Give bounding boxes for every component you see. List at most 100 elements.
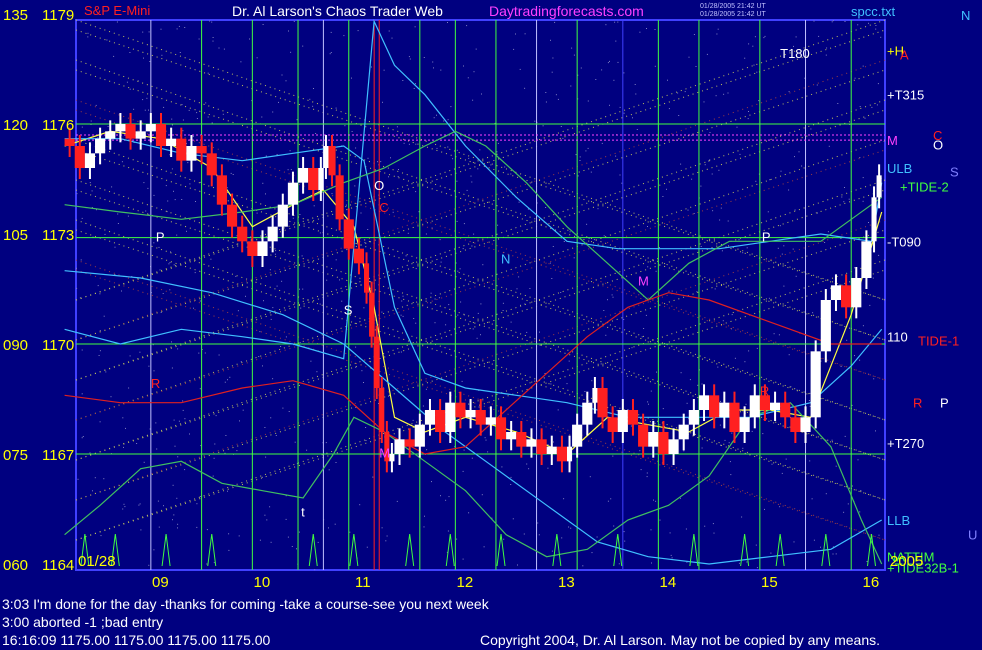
dot — [618, 563, 620, 565]
dot — [270, 541, 272, 543]
dot — [780, 170, 782, 172]
dot — [125, 427, 126, 429]
dot — [481, 93, 482, 95]
dot — [334, 523, 336, 525]
dot — [287, 536, 289, 538]
x-tick-label: 09 — [152, 574, 169, 591]
website-link[interactable]: Daytradingforecasts.com — [489, 3, 644, 19]
dot — [859, 157, 861, 158]
plot-area — [75, 19, 886, 571]
dot — [228, 533, 230, 535]
dot — [810, 128, 812, 130]
dot — [276, 285, 278, 287]
dot — [795, 36, 797, 38]
price-body — [546, 446, 557, 454]
dot — [176, 234, 178, 236]
dot — [263, 300, 264, 302]
dot — [678, 115, 680, 116]
quote-line: 16:16:09 1175.00 1175.00 1175.00 1175.00 — [2, 632, 271, 648]
dot — [623, 319, 625, 320]
price-body — [166, 138, 177, 146]
price-body — [145, 124, 156, 132]
dot — [280, 346, 282, 347]
dot — [820, 546, 821, 548]
dot — [716, 33, 718, 35]
dot — [824, 242, 826, 243]
annotation-label: t — [301, 504, 305, 519]
dot — [301, 255, 303, 257]
price-body — [485, 417, 496, 425]
dot — [412, 419, 414, 421]
dot — [720, 444, 721, 446]
dot — [550, 39, 551, 41]
dot — [693, 213, 695, 214]
dot — [344, 125, 346, 127]
dot — [99, 350, 101, 352]
dot — [883, 141, 885, 142]
dot — [448, 304, 450, 306]
dot — [276, 154, 278, 155]
price-body — [455, 402, 466, 418]
dot — [184, 469, 186, 471]
price-body — [379, 388, 385, 432]
dot — [667, 79, 668, 81]
dot — [161, 54, 163, 56]
dot — [329, 53, 331, 55]
dot — [173, 190, 174, 192]
dot — [434, 298, 436, 300]
dot — [193, 307, 194, 309]
dot — [325, 442, 327, 444]
dot — [98, 355, 100, 356]
dot — [422, 405, 424, 407]
dot — [388, 176, 389, 178]
dot — [719, 424, 721, 426]
dot — [196, 503, 198, 505]
dot — [287, 169, 289, 171]
dot — [756, 71, 758, 73]
dot — [117, 213, 119, 215]
dot — [585, 150, 587, 152]
price-body — [364, 263, 370, 293]
dot — [473, 233, 475, 235]
dot — [82, 436, 84, 437]
dot — [645, 314, 647, 316]
dot — [603, 235, 605, 237]
dot — [463, 223, 465, 225]
dot — [258, 356, 260, 357]
price-body — [876, 175, 882, 198]
dot — [478, 406, 480, 408]
dot — [841, 196, 843, 198]
dot — [851, 485, 853, 487]
dot — [290, 169, 292, 171]
dot — [182, 409, 184, 411]
dot — [623, 531, 625, 533]
dot — [443, 120, 445, 122]
dot — [647, 266, 649, 268]
dot — [106, 39, 108, 41]
dot — [165, 185, 167, 187]
dot — [553, 441, 554, 443]
dot — [643, 328, 645, 329]
dot — [122, 417, 124, 419]
dot — [753, 64, 755, 66]
dot — [831, 439, 833, 441]
dot — [794, 156, 795, 158]
dot — [261, 116, 263, 118]
dot — [110, 396, 112, 398]
dot — [169, 289, 171, 291]
dot — [147, 187, 149, 189]
price-body — [226, 204, 238, 227]
dot — [687, 209, 689, 211]
dot — [127, 215, 129, 217]
dot — [844, 21, 846, 22]
right-label: S — [950, 165, 959, 180]
dot — [328, 527, 329, 529]
dot — [285, 518, 287, 520]
dot — [480, 303, 482, 305]
dot — [403, 142, 405, 144]
dot — [312, 105, 314, 107]
dot — [685, 528, 687, 530]
dot — [859, 106, 861, 107]
dot — [415, 322, 417, 324]
dot — [718, 169, 720, 171]
